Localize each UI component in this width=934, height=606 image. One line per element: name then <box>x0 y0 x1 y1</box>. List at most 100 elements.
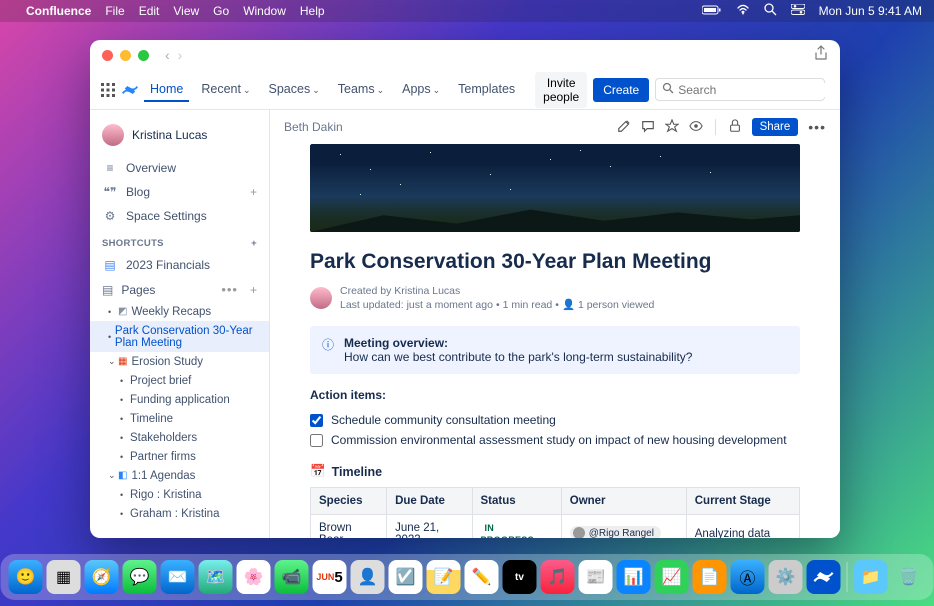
menu-view[interactable]: View <box>173 4 199 18</box>
macos-share-icon[interactable] <box>814 45 828 66</box>
window-minimize[interactable] <box>120 50 131 61</box>
tree-rigo[interactable]: •Rigo : Kristina <box>90 485 269 504</box>
dock-maps[interactable]: 🗺️ <box>199 560 233 594</box>
dock-freeform[interactable]: ✏️ <box>465 560 499 594</box>
dock-reminders[interactable]: ☑️ <box>389 560 423 594</box>
sidebar-space-header[interactable]: Kristina Lucas <box>90 118 269 156</box>
dock-photos[interactable]: 🌸 <box>237 560 271 594</box>
tree-park-conservation[interactable]: •Park Conservation 30-Year Plan Meeting <box>90 321 269 352</box>
sidebar-shortcut-financials[interactable]: ▤ 2023 Financials <box>90 253 269 277</box>
search-box[interactable] <box>655 78 825 101</box>
menu-go[interactable]: Go <box>213 4 229 18</box>
th-stage: Current Stage <box>686 488 799 515</box>
task-item[interactable]: Commission environmental assessment stud… <box>310 430 800 450</box>
dock-confluence[interactable] <box>807 560 841 594</box>
confluence-logo[interactable] <box>122 81 138 99</box>
pages-more-icon[interactable]: ••• <box>221 282 238 297</box>
star-icon[interactable] <box>665 119 679 136</box>
tree-erosion-study[interactable]: ⌄▦Erosion Study <box>90 352 269 371</box>
app-name[interactable]: Confluence <box>26 4 91 18</box>
search-input[interactable] <box>678 83 833 97</box>
dock-downloads[interactable]: 📁 <box>854 560 888 594</box>
battery-icon[interactable] <box>702 4 722 18</box>
tree-agendas[interactable]: ⌄◧1:1 Agendas <box>90 466 269 485</box>
tree-weekly-recaps[interactable]: •◩Weekly Recaps <box>90 302 269 321</box>
dock-finder[interactable]: 🙂 <box>9 560 43 594</box>
menu-help[interactable]: Help <box>300 4 325 18</box>
page-cover-image <box>310 144 800 232</box>
add-shortcut-icon[interactable]: + <box>251 238 257 249</box>
sidebar-pages-header[interactable]: ▤ Pages ••• + <box>90 277 269 302</box>
task-checkbox[interactable] <box>310 434 323 447</box>
dock-news[interactable]: 📰 <box>579 560 613 594</box>
dock-appstore[interactable]: Ⓐ <box>731 560 765 594</box>
wifi-icon[interactable] <box>736 4 750 18</box>
menubar-datetime[interactable]: Mon Jun 5 9:41 AM <box>819 4 922 18</box>
created-by-link[interactable]: Kristina Lucas <box>394 285 460 297</box>
dock-music[interactable]: 🎵 <box>541 560 575 594</box>
dock-facetime[interactable]: 📹 <box>275 560 309 594</box>
macos-menubar[interactable]: Confluence File Edit View Go Window Help… <box>0 0 934 22</box>
menu-file[interactable]: File <box>105 4 124 18</box>
dock-notes[interactable]: 📝 <box>427 560 461 594</box>
menu-window[interactable]: Window <box>243 4 286 18</box>
tree-project-brief[interactable]: •Project brief <box>90 371 269 390</box>
tree-partner-firms[interactable]: •Partner firms <box>90 447 269 466</box>
dock-tv[interactable]: tv <box>503 560 537 594</box>
dock-trash[interactable]: 🗑️ <box>892 560 926 594</box>
sidebar-space-settings[interactable]: ⚙ Space Settings <box>90 204 269 228</box>
notifications-icon[interactable] <box>839 81 840 99</box>
tree-graham[interactable]: •Graham : Kristina <box>90 504 269 523</box>
add-blog-icon[interactable]: + <box>250 185 257 199</box>
add-page-icon[interactable]: + <box>250 283 257 297</box>
sidebar-overview[interactable]: ≡ Overview <box>90 156 269 180</box>
dock-launchpad[interactable]: ▦ <box>47 560 81 594</box>
dock-contacts[interactable]: 👤 <box>351 560 385 594</box>
comment-icon[interactable] <box>641 119 655 136</box>
dock-mail[interactable]: ✉️ <box>161 560 195 594</box>
last-updated-link[interactable]: just a moment ago <box>407 299 493 311</box>
dock-numbers[interactable]: 📈 <box>655 560 689 594</box>
invite-people-button[interactable]: Invite people <box>535 72 587 108</box>
dock-messages[interactable]: 💬 <box>123 560 157 594</box>
app-switcher-icon[interactable] <box>100 81 116 99</box>
more-actions-icon[interactable]: ••• <box>808 119 826 135</box>
th-due: Due Date <box>387 488 472 515</box>
nav-forward[interactable]: › <box>178 47 183 63</box>
dock-safari[interactable]: 🧭 <box>85 560 119 594</box>
dock-settings[interactable]: ⚙️ <box>769 560 803 594</box>
nav-teams[interactable]: Teams⌄ <box>332 78 390 102</box>
share-button[interactable]: Share <box>752 118 799 136</box>
window-fullscreen[interactable] <box>138 50 149 61</box>
tree-stakeholders[interactable]: •Stakeholders <box>90 428 269 447</box>
window-close[interactable] <box>102 50 113 61</box>
task-item[interactable]: Schedule community consultation meeting <box>310 410 800 430</box>
tree-timeline[interactable]: •Timeline <box>90 409 269 428</box>
tree-funding[interactable]: •Funding application <box>90 390 269 409</box>
dock-keynote[interactable]: 📊 <box>617 560 651 594</box>
th-species: Species <box>311 488 387 515</box>
doc-icon: ▤ <box>102 258 118 272</box>
create-button[interactable]: Create <box>593 78 649 102</box>
restrictions-icon[interactable] <box>728 119 742 136</box>
nav-back[interactable]: ‹ <box>165 47 170 63</box>
blog-icon: ❝❞ <box>102 185 118 199</box>
sidebar-blog[interactable]: ❝❞ Blog + <box>90 180 269 204</box>
menu-edit[interactable]: Edit <box>139 4 160 18</box>
nav-spaces[interactable]: Spaces⌄ <box>263 78 326 102</box>
breadcrumb-author[interactable]: Beth Dakin <box>284 120 343 134</box>
nav-templates[interactable]: Templates <box>452 78 521 102</box>
dock-calendar[interactable]: JUN5 <box>313 560 347 594</box>
edit-icon[interactable] <box>617 119 631 136</box>
table-row[interactable]: Brown Bear June 21, 2023 IN PROGRESS @Ri… <box>311 515 800 538</box>
nav-apps[interactable]: Apps⌄ <box>396 78 446 102</box>
nav-recent[interactable]: Recent⌄ <box>195 78 256 102</box>
spotlight-icon[interactable] <box>764 3 777 19</box>
dock-pages[interactable]: 📄 <box>693 560 727 594</box>
macos-dock[interactable]: 🙂 ▦ 🧭 💬 ✉️ 🗺️ 🌸 📹 JUN5 👤 ☑️ 📝 ✏️ tv 🎵 📰 … <box>1 554 934 600</box>
sidebar: Kristina Lucas ≡ Overview ❝❞ Blog + ⚙ Sp… <box>90 110 270 538</box>
task-checkbox[interactable] <box>310 414 323 427</box>
watch-icon[interactable] <box>689 119 703 136</box>
nav-home[interactable]: Home <box>144 78 189 102</box>
control-center-icon[interactable] <box>791 4 805 18</box>
